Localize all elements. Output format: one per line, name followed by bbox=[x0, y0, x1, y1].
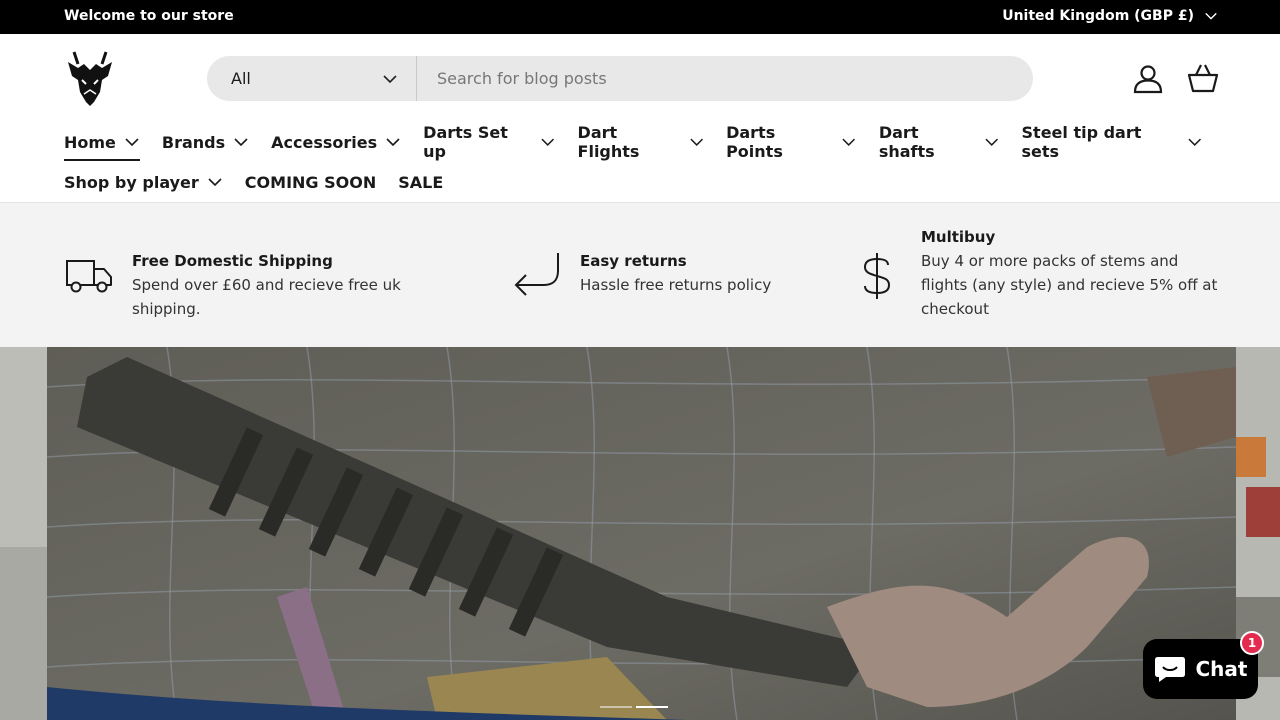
previous-slide-peek bbox=[0, 347, 47, 720]
slide-indicators bbox=[600, 706, 668, 708]
chevron-down-icon bbox=[234, 138, 248, 147]
basket-icon bbox=[1187, 64, 1219, 93]
nav-item-label: Home bbox=[64, 132, 116, 152]
benefit-title: Easy returns bbox=[580, 252, 687, 270]
benefit-free-shipping: Free Domestic Shipping Spend over £60 an… bbox=[64, 249, 424, 321]
main-navigation: Home Brands Accessories Darts Set up Dar… bbox=[64, 123, 1224, 208]
nav-item-label: Accessories bbox=[271, 132, 378, 152]
nav-item-label: Dart Flights bbox=[577, 123, 640, 161]
nav-item-label: Shop by player bbox=[64, 172, 199, 192]
nav-item-label: Darts Points bbox=[726, 123, 783, 161]
nav-item-shop-by-player[interactable]: Shop by player bbox=[64, 168, 223, 196]
stag-head-logo-icon bbox=[68, 51, 112, 106]
return-arrow-icon bbox=[514, 253, 559, 296]
chevron-down-icon bbox=[125, 138, 139, 147]
nav-item-darts-points[interactable]: Darts Points bbox=[726, 123, 857, 161]
nav-item-accessories[interactable]: Accessories bbox=[271, 128, 401, 156]
chevron-down-icon bbox=[383, 74, 397, 83]
benefit-text: Easy returns Hassle free returns policy bbox=[580, 249, 771, 299]
welcome-text: Welcome to our store bbox=[64, 8, 234, 24]
nav-item-label: COMING SOON bbox=[244, 172, 377, 192]
benefit-description: Buy 4 or more packs of stems and flights… bbox=[921, 252, 1218, 318]
chat-label: Chat bbox=[1195, 657, 1248, 681]
hero-image bbox=[47, 347, 1236, 720]
store-logo[interactable] bbox=[64, 50, 116, 108]
dollar-icon bbox=[863, 253, 891, 299]
benefit-text: Multibuy Buy 4 or more packs of stems an… bbox=[921, 225, 1223, 321]
search-input[interactable] bbox=[417, 56, 1033, 101]
nav-item-label: Dart shafts bbox=[878, 123, 935, 161]
chevron-down-icon bbox=[1205, 12, 1217, 20]
nav-row-secondary: Shop by player COMING SOON SALE bbox=[64, 168, 1224, 196]
benefit-easy-returns: Easy returns Hassle free returns policy bbox=[512, 249, 812, 299]
nav-item-label: Steel tip dart sets bbox=[1021, 123, 1142, 161]
user-icon bbox=[1133, 65, 1163, 94]
chevron-down-icon bbox=[842, 138, 856, 146]
country-label: United Kingdom (GBP £) bbox=[1002, 8, 1194, 24]
basket-button[interactable] bbox=[1187, 62, 1219, 94]
nav-item-dart-flights[interactable]: Dart Flights bbox=[578, 123, 705, 161]
nav-item-sale[interactable]: SALE bbox=[398, 168, 443, 196]
account-button[interactable] bbox=[1132, 62, 1164, 94]
chevron-down-icon bbox=[208, 178, 222, 187]
chat-notification-badge: 1 bbox=[1240, 631, 1264, 655]
chat-button[interactable]: Chat 1 bbox=[1143, 631, 1264, 699]
announcement-bar: Welcome to our store United Kingdom (GBP… bbox=[0, 0, 1280, 34]
nav-item-coming-soon[interactable]: COMING SOON bbox=[245, 168, 376, 196]
nav-item-home[interactable]: Home bbox=[64, 128, 140, 161]
nav-item-steel-tip-dart-sets[interactable]: Steel tip dart sets bbox=[1022, 123, 1202, 161]
benefit-multibuy: Multibuy Buy 4 or more packs of stems an… bbox=[853, 225, 1223, 321]
chat-bubble-icon bbox=[1154, 657, 1185, 682]
truck-icon bbox=[66, 260, 112, 293]
benefit-description: Spend over £60 and recieve free uk shipp… bbox=[132, 276, 401, 318]
nav-item-label: SALE bbox=[398, 172, 444, 192]
search-category-select[interactable]: All bbox=[207, 56, 417, 101]
hero-slideshow[interactable] bbox=[0, 347, 1280, 720]
chevron-down-icon bbox=[541, 138, 555, 146]
nav-item-darts-set-up[interactable]: Darts Set up bbox=[423, 123, 555, 161]
benefits-strip: Free Domestic Shipping Spend over £60 an… bbox=[0, 202, 1280, 347]
benefit-title: Multibuy bbox=[921, 228, 996, 246]
chevron-down-icon bbox=[1187, 138, 1201, 146]
chevron-down-icon bbox=[690, 138, 703, 146]
chevron-down-icon bbox=[386, 138, 400, 147]
chevron-down-icon bbox=[985, 138, 999, 146]
benefit-description: Hassle free returns policy bbox=[580, 276, 772, 294]
search-category-label: All bbox=[231, 69, 251, 88]
benefit-text: Free Domestic Shipping Spend over £60 an… bbox=[132, 249, 424, 321]
search-bar: All bbox=[207, 56, 1033, 101]
nav-item-dart-shafts[interactable]: Dart shafts bbox=[879, 123, 1000, 161]
nav-item-brands[interactable]: Brands bbox=[162, 128, 249, 156]
benefit-title: Free Domestic Shipping bbox=[132, 252, 333, 270]
slide-dot-1[interactable] bbox=[600, 706, 632, 708]
nav-item-label: Darts Set up bbox=[423, 123, 508, 161]
slide-dot-2[interactable] bbox=[636, 706, 668, 708]
nav-row-primary: Home Brands Accessories Darts Set up Dar… bbox=[64, 123, 1224, 161]
country-selector[interactable]: United Kingdom (GBP £) bbox=[1002, 8, 1218, 24]
nav-item-label: Brands bbox=[161, 132, 226, 152]
